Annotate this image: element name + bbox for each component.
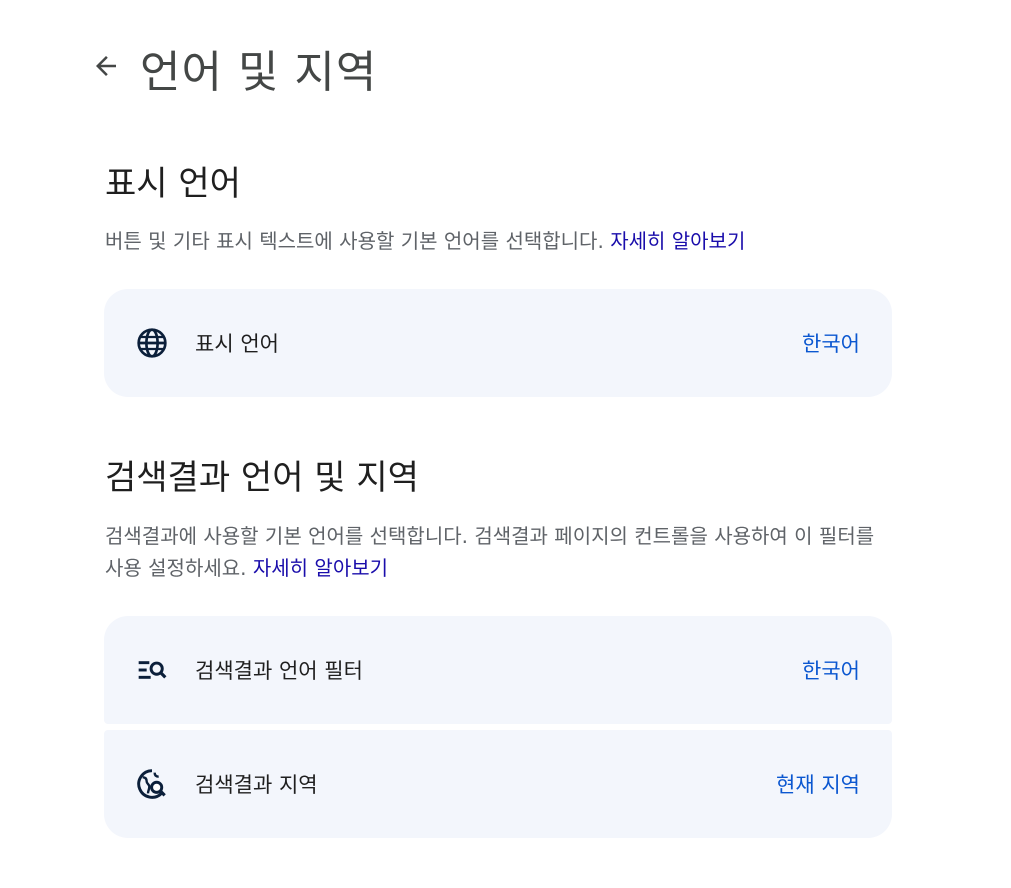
- search-language-filter-setting[interactable]: 검색결과 언어 필터 한국어: [104, 616, 892, 724]
- display-language-heading: 표시 언어: [105, 164, 241, 204]
- language-region-page: 언어 및 지역 표시 언어 버튼 및 기타 표시 텍스트에 사용할 기본 언어를…: [0, 0, 1011, 888]
- learn-more-link[interactable]: 자세히 알아보기: [253, 556, 388, 580]
- display-language-setting[interactable]: 표시 언어 한국어: [104, 289, 892, 397]
- description-text: 검색결과에 사용할 기본 언어를 선택합니다. 검색결과 페이지의 컨트롤을 사…: [105, 524, 875, 580]
- filter-search-icon: [136, 654, 168, 686]
- search-region-setting[interactable]: 검색결과 지역 현재 지역: [104, 730, 892, 838]
- arrow-back-icon: [91, 51, 121, 85]
- globe-search-icon: [136, 768, 168, 800]
- search-region-value[interactable]: 현재 지역: [776, 769, 860, 799]
- description-text: 버튼 및 기타 표시 텍스트에 사용할 기본 언어를 선택합니다.: [105, 229, 604, 253]
- back-button[interactable]: [88, 50, 124, 86]
- display-language-label: 표시 언어: [195, 332, 279, 356]
- page-header: 언어 및 지역: [88, 38, 377, 98]
- search-language-filter-label: 검색결과 언어 필터: [195, 659, 363, 683]
- display-language-description: 버튼 및 기타 표시 텍스트에 사용할 기본 언어를 선택합니다. 자세히 알아…: [105, 225, 885, 257]
- learn-more-link[interactable]: 자세히 알아보기: [610, 229, 745, 253]
- search-language-filter-value[interactable]: 한국어: [802, 655, 860, 685]
- page-title: 언어 및 지역: [140, 47, 378, 98]
- search-results-heading: 검색결과 언어 및 지역: [105, 458, 419, 498]
- search-results-description: 검색결과에 사용할 기본 언어를 선택합니다. 검색결과 페이지의 컨트롤을 사…: [105, 520, 885, 584]
- search-region-label: 검색결과 지역: [195, 773, 318, 797]
- display-language-value[interactable]: 한국어: [802, 328, 860, 358]
- globe-icon: [136, 327, 168, 359]
